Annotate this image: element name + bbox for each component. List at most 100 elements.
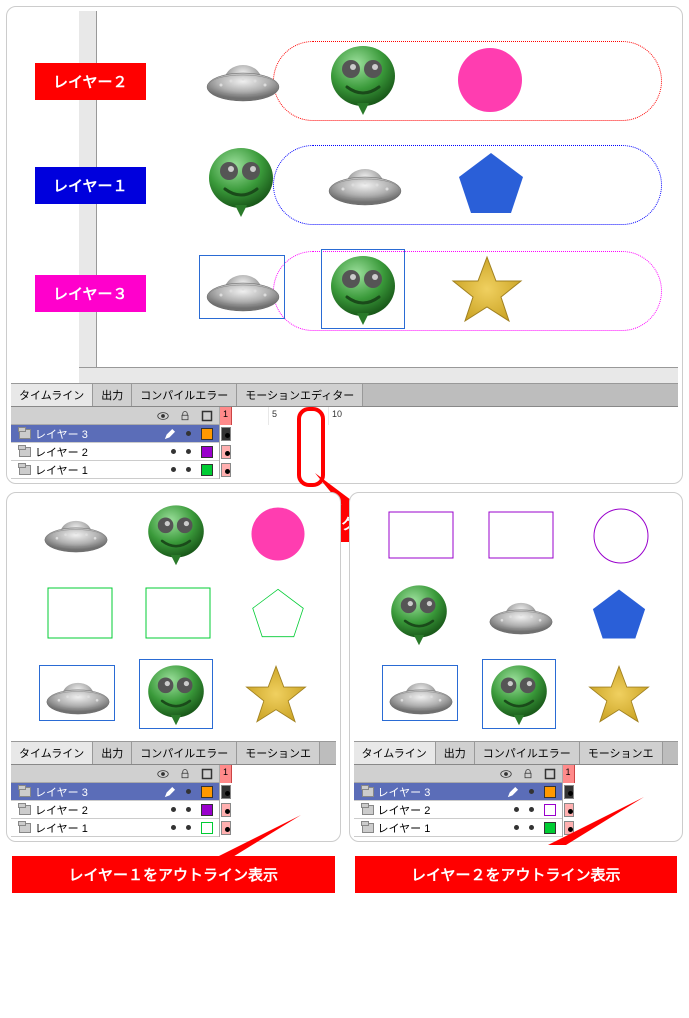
layer-track[interactable] (219, 819, 336, 837)
alien-shape (384, 581, 454, 647)
keyframe[interactable] (221, 785, 231, 799)
eye-icon[interactable] (157, 768, 169, 780)
layer-icon (19, 787, 31, 797)
layer-track[interactable] (219, 425, 678, 443)
tab-compile-errors[interactable]: コンパイルエラー (132, 384, 237, 406)
ufo-shape (325, 153, 405, 213)
timeline-header: 1 5 10 (11, 407, 678, 425)
layer-name-label: レイヤー 2 (35, 444, 88, 460)
rect-outline (488, 511, 554, 559)
outline-color-swatch[interactable] (544, 786, 556, 798)
outline-color-swatch[interactable] (201, 804, 213, 816)
keyframe[interactable] (564, 785, 574, 799)
keyframe[interactable] (221, 821, 231, 835)
tab-output[interactable]: 出力 (93, 742, 132, 764)
layer-icon (362, 805, 374, 815)
lock-dot[interactable] (186, 449, 191, 454)
alien-shape[interactable] (484, 661, 554, 727)
outline-color-swatch[interactable] (201, 822, 213, 834)
keyframe[interactable] (221, 445, 231, 459)
tab-compile-errors[interactable]: コンパイルエラー (475, 742, 580, 764)
frame-ruler[interactable]: 1 5 10 (219, 407, 678, 425)
outline-color-swatch[interactable] (201, 428, 213, 440)
playhead-frame[interactable]: 1 (220, 765, 232, 783)
alien-shape[interactable] (323, 251, 403, 327)
tab-motion-editor[interactable]: モーションエ (580, 742, 663, 764)
outline-toggle-icon[interactable] (201, 410, 213, 422)
keyframe[interactable] (221, 803, 231, 817)
timeline-panel-left: タイムライン 出力 コンパイルエラー モーションエ 1 レイヤー 3レイヤー 2… (11, 741, 336, 837)
layer-track[interactable] (562, 819, 679, 837)
stage-canvas (97, 11, 678, 365)
lock-dot[interactable] (186, 467, 191, 472)
visibility-dot[interactable] (171, 807, 176, 812)
layer-name-label: レイヤー 1 (378, 820, 431, 836)
tab-timeline[interactable]: タイムライン (11, 742, 93, 764)
outline-color-swatch[interactable] (544, 804, 556, 816)
visibility-dot[interactable] (171, 825, 176, 830)
eye-icon[interactable] (157, 410, 169, 422)
lock-dot[interactable] (186, 825, 191, 830)
playhead-frame[interactable]: 1 (220, 407, 232, 425)
star-shape[interactable] (584, 661, 654, 727)
lock-dot[interactable] (529, 807, 534, 812)
tab-compile-errors[interactable]: コンパイルエラー (132, 742, 237, 764)
outline-color-swatch[interactable] (544, 822, 556, 834)
visibility-dot[interactable] (514, 807, 519, 812)
lock-dot[interactable] (186, 807, 191, 812)
layer-row[interactable]: レイヤー 2 (11, 801, 336, 819)
tab-timeline[interactable]: タイムライン (11, 384, 93, 406)
layer-track[interactable] (562, 801, 679, 819)
lock-dot[interactable] (186, 789, 191, 794)
example-right-panel: タイムライン 出力 コンパイルエラー モーションエ 1 レイヤー 3レイヤー 2… (349, 492, 684, 842)
visibility-dot[interactable] (171, 449, 176, 454)
keyframe[interactable] (221, 427, 231, 441)
ufo-shape[interactable] (43, 669, 113, 721)
visibility-dot[interactable] (171, 467, 176, 472)
timeline-tabs: タイムライン 出力 コンパイルエラー モーションエディター (11, 384, 678, 407)
lock-dot[interactable] (186, 431, 191, 436)
layer-row[interactable]: レイヤー 2 (354, 801, 679, 819)
layer-row[interactable]: レイヤー 2 (11, 443, 678, 461)
layer-row[interactable]: レイヤー 3 (354, 783, 679, 801)
star-shape[interactable] (447, 251, 527, 327)
tab-output[interactable]: 出力 (436, 742, 475, 764)
tab-motion-editor[interactable]: モーションエディター (237, 384, 363, 406)
star-shape[interactable] (241, 661, 311, 727)
lock-dot[interactable] (529, 789, 534, 794)
layer-row[interactable]: レイヤー 1 (354, 819, 679, 837)
lock-icon[interactable] (179, 768, 191, 780)
visibility-dot[interactable] (514, 825, 519, 830)
outline-color-swatch[interactable] (201, 446, 213, 458)
outline-toggle-icon[interactable] (544, 768, 556, 780)
layer-track[interactable] (219, 443, 678, 461)
keyframe[interactable] (221, 463, 231, 477)
layer-row[interactable]: レイヤー 3 (11, 783, 336, 801)
timeline-panel-right: タイムライン 出力 コンパイルエラー モーションエ 1 レイヤー 3レイヤー 2… (354, 741, 679, 837)
layer-row[interactable]: レイヤー 1 (11, 819, 336, 837)
lock-dot[interactable] (529, 825, 534, 830)
tab-timeline[interactable]: タイムライン (354, 742, 436, 764)
tab-output[interactable]: 出力 (93, 384, 132, 406)
lock-icon[interactable] (179, 410, 191, 422)
alien-shape[interactable] (141, 661, 211, 727)
stage-canvas-left (11, 497, 336, 737)
pencil-icon (164, 786, 176, 798)
layer-track[interactable] (562, 783, 679, 801)
layer-row[interactable]: レイヤー 3 (11, 425, 678, 443)
keyframe[interactable] (564, 803, 574, 817)
tab-motion-editor[interactable]: モーションエ (237, 742, 320, 764)
ufo-shape[interactable] (203, 259, 283, 319)
layer-icon (362, 787, 374, 797)
layer-track[interactable] (219, 783, 336, 801)
ufo-shape[interactable] (386, 669, 456, 721)
outline-color-swatch[interactable] (201, 464, 213, 476)
layer-track[interactable] (219, 461, 678, 479)
outline-toggle-icon[interactable] (201, 768, 213, 780)
layer-track[interactable] (219, 801, 336, 819)
playhead-frame[interactable]: 1 (563, 765, 575, 783)
lock-icon[interactable] (522, 768, 534, 780)
outline-color-swatch[interactable] (201, 786, 213, 798)
eye-icon[interactable] (500, 768, 512, 780)
keyframe[interactable] (564, 821, 574, 835)
